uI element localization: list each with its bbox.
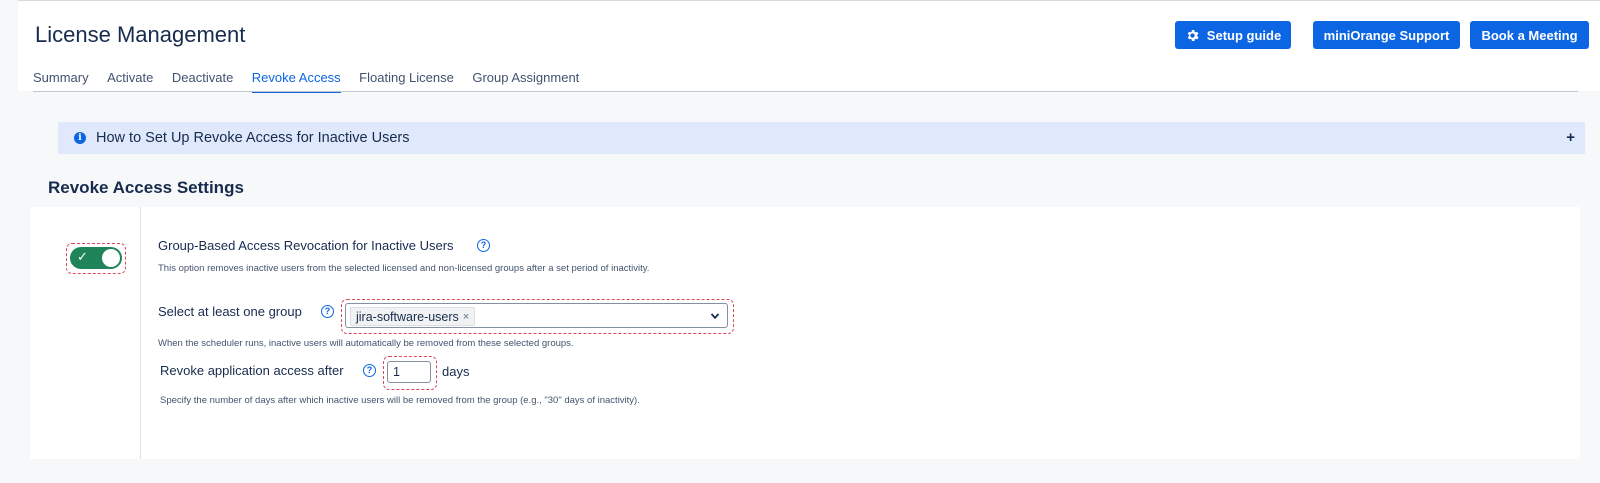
group-select-description: When the scheduler runs, inactive users …	[158, 338, 574, 349]
question-circle-icon[interactable]: ?	[477, 239, 490, 252]
gear-icon	[1187, 29, 1199, 41]
check-icon: ✓	[77, 250, 88, 265]
toggle-knob	[102, 249, 120, 267]
group-revocation-label: Group-Based Access Revocation for Inacti…	[158, 238, 454, 253]
chevron-down-icon[interactable]	[710, 311, 720, 321]
info-panel-title: How to Set Up Revoke Access for Inactive…	[96, 130, 410, 146]
miniorange-support-button[interactable]: miniOrange Support	[1313, 21, 1460, 49]
card-divider	[140, 207, 141, 459]
support-label: miniOrange Support	[1323, 27, 1450, 43]
group-revocation-toggle[interactable]: ✓	[70, 247, 122, 269]
group-chip-label: jira-software-users	[356, 309, 459, 324]
tabs-divider	[33, 91, 1578, 92]
question-circle-icon[interactable]: ?	[321, 305, 334, 318]
tab-revoke-access[interactable]: Revoke Access	[251, 70, 341, 93]
info-icon: i	[74, 132, 86, 144]
days-input[interactable]: 1	[387, 361, 431, 383]
revoke-after-label: Revoke application access after	[160, 363, 344, 378]
page-title: License Management	[35, 22, 246, 47]
tab-bar: Summary Activate Deactivate Revoke Acces…	[33, 70, 598, 93]
tab-deactivate[interactable]: Deactivate	[172, 70, 233, 91]
meeting-label: Book a Meeting	[1481, 27, 1578, 43]
setup-guide-label: Setup guide	[1206, 27, 1282, 43]
tab-floating-license[interactable]: Floating License	[359, 70, 454, 91]
tab-activate[interactable]: Activate	[107, 70, 153, 91]
select-group-label: Select at least one group	[158, 304, 302, 319]
close-icon[interactable]: ×	[463, 311, 469, 323]
days-unit-label: days	[442, 364, 470, 379]
question-circle-icon[interactable]: ?	[363, 364, 376, 377]
book-meeting-button[interactable]: Book a Meeting	[1470, 21, 1589, 49]
expand-plus-icon[interactable]: +	[1566, 129, 1575, 146]
tab-summary[interactable]: Summary	[33, 70, 89, 91]
group-select[interactable]: jira-software-users ×	[345, 303, 728, 328]
group-revocation-description: This option removes inactive users from …	[158, 263, 650, 274]
revoke-access-howto-panel[interactable]: i How to Set Up Revoke Access for Inacti…	[58, 122, 1585, 154]
group-chip: jira-software-users ×	[350, 307, 476, 326]
setup-guide-button[interactable]: Setup guide	[1175, 21, 1291, 49]
revoke-after-description: Specify the number of days after which i…	[160, 395, 640, 406]
section-title: Revoke Access Settings	[48, 178, 244, 197]
tab-group-assignment[interactable]: Group Assignment	[472, 70, 579, 91]
